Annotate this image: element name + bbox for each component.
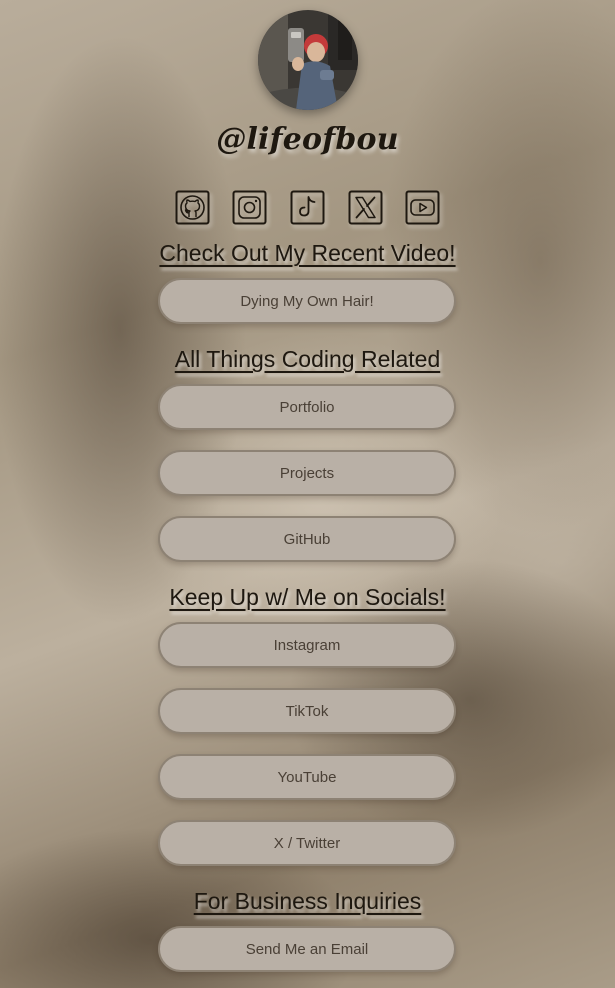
section-heading-coding: All Things Coding Related — [174, 346, 441, 372]
youtube-icon[interactable] — [405, 190, 440, 225]
instagram-icon[interactable] — [232, 190, 267, 225]
section-heading-socials: Keep Up w/ Me on Socials! — [169, 584, 446, 610]
username: @lifeofbou — [216, 122, 399, 157]
link-button-instagram[interactable]: Instagram — [158, 622, 456, 668]
avatar — [258, 10, 358, 110]
link-button-email[interactable]: Send Me an Email — [158, 926, 456, 972]
x-twitter-icon[interactable] — [348, 190, 383, 225]
profile-photo — [258, 10, 358, 110]
section-heading-recent-video: Check Out My Recent Video! — [159, 240, 456, 266]
link-button-tiktok[interactable]: TikTok — [158, 688, 456, 734]
github-icon[interactable] — [175, 190, 210, 225]
link-button-portfolio[interactable]: Portfolio — [158, 384, 456, 430]
section-heading-business: For Business Inquiries — [193, 888, 422, 914]
link-button-recent-video[interactable]: Dying My Own Hair! — [158, 278, 456, 324]
link-button-youtube[interactable]: YouTube — [158, 754, 456, 800]
link-button-x-twitter[interactable]: X / Twitter — [158, 820, 456, 866]
link-button-github[interactable]: GitHub — [158, 516, 456, 562]
social-icons-row — [0, 190, 615, 226]
link-button-projects[interactable]: Projects — [158, 450, 456, 496]
tiktok-icon[interactable] — [290, 190, 325, 225]
